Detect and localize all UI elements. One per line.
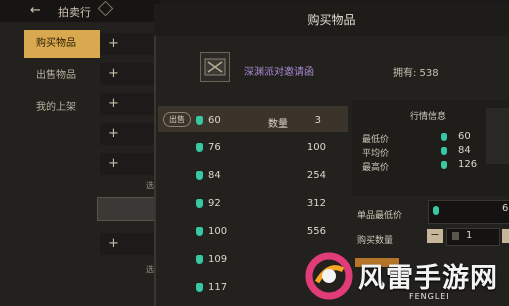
listing-row[interactable]: 100 556 <box>196 226 326 237</box>
filter-fragment: 选 <box>146 181 154 190</box>
listing-qty: 100 <box>306 142 326 153</box>
listing-row[interactable]: 109 <box>196 254 227 265</box>
expand-plus-icon[interactable]: + <box>108 236 119 251</box>
listing-price: 76 <box>208 142 221 153</box>
quantity-value: 1 <box>466 230 473 241</box>
max-price-value: 126 <box>458 159 478 170</box>
listing-price: 117 <box>208 282 228 293</box>
gem-icon <box>196 115 203 125</box>
gem-icon <box>196 142 203 152</box>
listing-price: 84 <box>208 170 221 181</box>
listing-qty: 556 <box>306 226 326 237</box>
gem-icon <box>433 206 439 215</box>
avg-price-label: 平均价 <box>362 149 390 159</box>
listing-row[interactable]: 60 3 <box>196 115 321 126</box>
watermark-subtext: FENGLEI <box>409 292 450 301</box>
gem-icon <box>441 147 447 155</box>
gem-icon <box>196 198 203 208</box>
fenglei-logo-icon <box>305 252 353 300</box>
listing-price: 109 <box>208 254 228 265</box>
unit-min-price-label: 单品最低价 <box>357 211 403 221</box>
buy-quantity-label: 购买数量 <box>357 236 394 246</box>
increase-quantity-button[interactable] <box>502 229 509 243</box>
max-price-label: 最高价 <box>362 163 390 173</box>
item-icon <box>200 52 230 82</box>
market-info-title: 行情信息 <box>410 112 447 122</box>
listing-price: 92 <box>208 198 221 209</box>
avg-price-value: 84 <box>458 145 471 156</box>
item-name: 深渊派对邀请函 <box>244 67 314 78</box>
selected-category[interactable] <box>97 197 155 221</box>
dialog-title: 购买物品 <box>307 13 356 27</box>
panel-stripe <box>486 108 509 164</box>
tab-sell-items[interactable]: 出售物品 <box>24 62 100 90</box>
gem-icon <box>196 282 203 292</box>
page-title: 拍卖行 <box>58 6 91 19</box>
watermark-text: 风雷手游网 <box>358 263 498 294</box>
filter-fragment: 选 <box>146 265 154 274</box>
listing-row[interactable]: 92 312 <box>196 198 326 209</box>
listing-price: 60 <box>208 115 221 126</box>
decrease-quantity-button[interactable]: − <box>427 229 443 243</box>
gem-icon <box>196 254 203 264</box>
listing-price: 100 <box>208 226 228 237</box>
listing-qty: 312 <box>306 198 326 209</box>
quantity-header: 数量 <box>268 119 288 130</box>
expand-plus-icon[interactable]: + <box>108 156 119 171</box>
unit-price-field <box>428 200 509 224</box>
back-arrow-icon[interactable]: ← <box>30 3 41 18</box>
listing-row[interactable]: 84 254 <box>196 170 326 181</box>
min-price-label: 最低价 <box>362 135 390 145</box>
expand-plus-icon[interactable]: + <box>108 36 119 51</box>
tab-my-listings[interactable]: 我的上架 <box>24 94 100 122</box>
expand-plus-icon[interactable]: + <box>108 126 119 141</box>
gem-icon <box>441 133 447 141</box>
gem-icon <box>196 226 203 236</box>
listing-qty: 254 <box>306 170 326 181</box>
gem-icon <box>441 161 447 169</box>
listing-row[interactable]: 117 <box>196 282 227 293</box>
listing-row[interactable]: 76 100 <box>196 142 326 153</box>
expand-plus-icon[interactable]: + <box>108 66 119 81</box>
sell-filter-pill[interactable]: 出售 <box>163 112 191 127</box>
expand-plus-icon[interactable]: + <box>108 96 119 111</box>
unit-price-value: 6 <box>502 203 509 214</box>
owned-count: 拥有: 538 <box>393 68 439 79</box>
gem-icon <box>196 170 203 180</box>
tab-buy-items[interactable]: 购买物品 <box>24 30 100 58</box>
listing-qty: 3 <box>314 115 321 126</box>
quantity-icon <box>452 232 459 240</box>
min-price-value: 60 <box>458 131 471 142</box>
